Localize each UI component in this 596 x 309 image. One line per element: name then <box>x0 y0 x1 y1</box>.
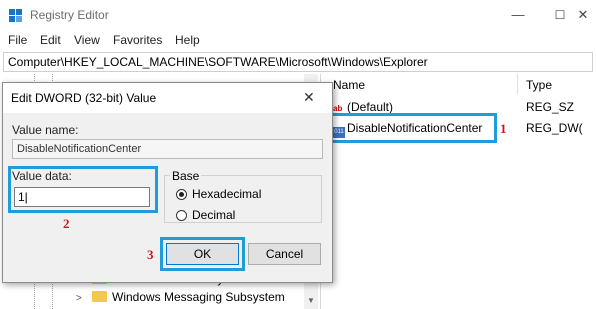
step-marker-1: 1 <box>500 121 507 136</box>
column-header-name[interactable]: Name <box>333 78 365 92</box>
decimal-label[interactable]: Decimal <box>192 208 235 222</box>
value-name-field: DisableNotificationCenter <box>12 139 323 159</box>
title-bar: Registry Editor — ☐ ✕ <box>0 0 596 30</box>
registry-editor-icon <box>9 9 23 23</box>
value-name-text: DisableNotificationCenter <box>17 143 142 155</box>
menu-favorites[interactable]: Favorites <box>113 33 162 47</box>
tree-item-label: Windows Messaging Subsystem <box>112 290 285 304</box>
dialog-close-icon[interactable]: ✕ <box>303 89 315 106</box>
menu-help[interactable]: Help <box>175 33 200 47</box>
menu-file[interactable]: File <box>8 33 27 47</box>
value-type: REG_DW( <box>526 121 583 135</box>
hexadecimal-radio[interactable] <box>176 189 187 200</box>
value-type: REG_SZ <box>526 100 575 114</box>
menu-edit[interactable]: Edit <box>40 33 61 47</box>
edit-dword-dialog: Edit DWORD (32-bit) Value ✕ Value name: … <box>2 82 333 283</box>
highlight-box-value <box>328 113 497 143</box>
close-button[interactable]: ✕ <box>573 6 593 24</box>
value-name: (Default) <box>347 100 394 114</box>
maximize-button[interactable]: ☐ <box>550 6 570 24</box>
column-divider[interactable] <box>517 74 518 94</box>
value-name-label: Value name: <box>12 123 79 137</box>
dialog-title-bar: Edit DWORD (32-bit) Value ✕ <box>3 83 332 113</box>
menu-bar: File Edit View Favorites Help <box>0 30 596 50</box>
address-bar[interactable]: Computer\HKEY_LOCAL_MACHINE\SOFTWARE\Mic… <box>3 52 593 72</box>
cancel-button[interactable]: Cancel <box>248 243 321 265</box>
dialog-title: Edit DWORD (32-bit) Value <box>11 91 157 105</box>
scroll-down-icon[interactable]: ▼ <box>307 296 315 305</box>
step-marker-2: 2 <box>63 216 70 231</box>
hexadecimal-label[interactable]: Hexadecimal <box>192 187 261 201</box>
step-marker-3: 3 <box>147 247 154 262</box>
minimize-button[interactable]: — <box>508 6 528 24</box>
column-header-type[interactable]: Type <box>526 78 552 92</box>
window-title: Registry Editor <box>30 8 109 22</box>
ok-button[interactable]: OK <box>166 243 239 265</box>
folder-icon <box>92 291 107 302</box>
address-path: Computer\HKEY_LOCAL_MACHINE\SOFTWARE\Mic… <box>8 55 428 69</box>
base-label: Base <box>170 169 202 183</box>
menu-view[interactable]: View <box>74 33 100 47</box>
decimal-radio[interactable] <box>176 210 187 221</box>
highlight-box-value-data <box>8 166 158 213</box>
chevron-right-icon[interactable]: > <box>76 293 88 304</box>
tree-item[interactable]: > Windows Messaging Subsystem <box>76 290 285 308</box>
